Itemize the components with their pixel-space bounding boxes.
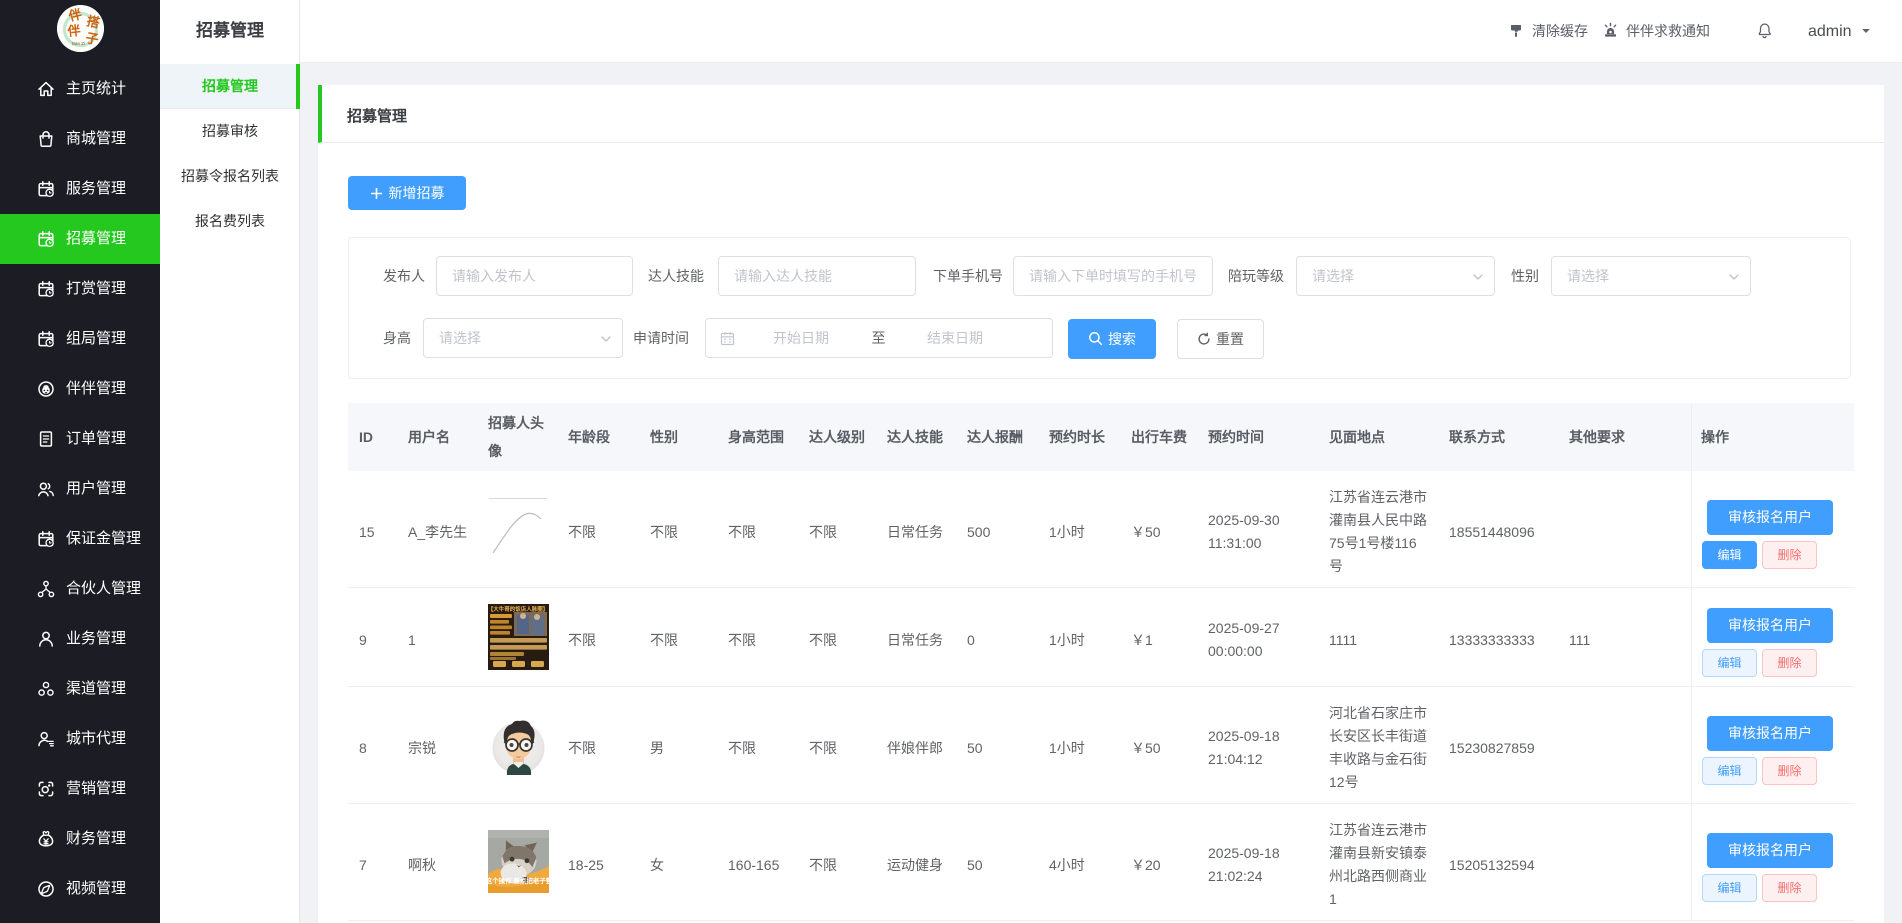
svg-text:伴: 伴 — [66, 23, 82, 39]
svg-text:Ban Zi: Ban Zi — [72, 41, 85, 46]
svg-text:你这个操作 差点把老子整懵: 你这个操作 差点把老子整懵 — [488, 876, 549, 885]
svg-text:子: 子 — [84, 30, 99, 47]
svg-text:【大牛哥的饭店人脉圈】: 【大牛哥的饭店人脉圈】 — [488, 605, 548, 613]
